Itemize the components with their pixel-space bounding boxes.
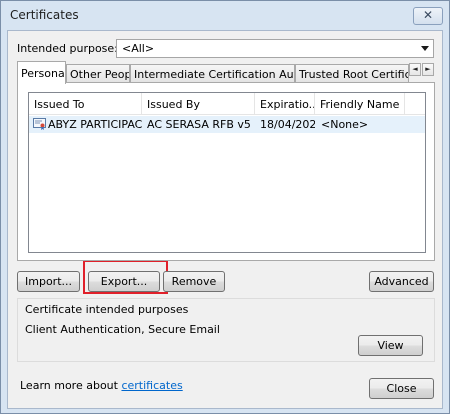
dialog-body: Intended purpose: <All> Personal Other P… [7,30,443,409]
certificate-icon [33,118,46,130]
intended-purpose-label: Intended purpose: [17,42,118,55]
table-row[interactable]: ABYZ PARTICIPAC... AC SERASA RFB v5 18/0… [29,116,425,133]
tab-intermediate-ca[interactable]: Intermediate Certification Authorities [130,64,295,83]
window-title: Certificates [10,8,79,22]
cell-friendly-name: <None> [321,118,369,131]
column-expiration[interactable]: Expiratio... [255,93,315,115]
close-button[interactable]: Close [369,378,434,399]
advanced-button[interactable]: Advanced [369,271,434,292]
chevron-down-icon [421,46,429,51]
close-icon[interactable]: ✕ [413,7,443,25]
intended-purpose-value: <All> [122,42,155,55]
cell-issued-to: ABYZ PARTICIPAC... [48,118,142,131]
intended-purpose-dropdown[interactable]: <All> [116,39,434,58]
purposes-value: Client Authentication, Secure Email [25,323,220,336]
list-header: Issued To Issued By Expiratio... Friendl… [29,93,425,115]
remove-button[interactable]: Remove [163,271,225,292]
column-issued-by[interactable]: Issued By [142,93,255,115]
tab-scroll-right-icon[interactable]: ► [422,63,434,76]
cell-issued-by: AC SERASA RFB v5 [147,118,251,131]
title-bar[interactable]: Certificates ✕ [1,1,449,31]
tab-personal[interactable]: Personal [17,61,66,84]
certificates-link[interactable]: certificates [121,379,182,392]
tab-scroll-left-icon[interactable]: ◄ [409,63,421,76]
view-button[interactable]: View [358,335,423,356]
tab-trusted-root[interactable]: Trusted Root Certification [295,64,409,83]
export-highlight-box [83,260,168,294]
certificate-purposes-group: Certificate intended purposes Client Aut… [17,298,435,362]
tab-other-people[interactable]: Other People [66,64,130,83]
cell-expiration: 18/04/2023 [260,118,315,131]
column-friendly-name[interactable]: Friendly Name [315,93,405,115]
import-button[interactable]: Import... [17,271,80,292]
column-issued-to[interactable]: Issued To [29,93,142,115]
tab-panel-personal: Issued To Issued By Expiratio... Friendl… [17,82,435,261]
certificate-list[interactable]: Issued To Issued By Expiratio... Friendl… [28,92,426,253]
purposes-group-title: Certificate intended purposes [25,303,189,316]
certificates-dialog: Certificates ✕ Intended purpose: <All> P… [0,0,450,414]
learn-more: Learn more about certificates [20,379,183,392]
learn-more-text: Learn more about [20,379,122,392]
